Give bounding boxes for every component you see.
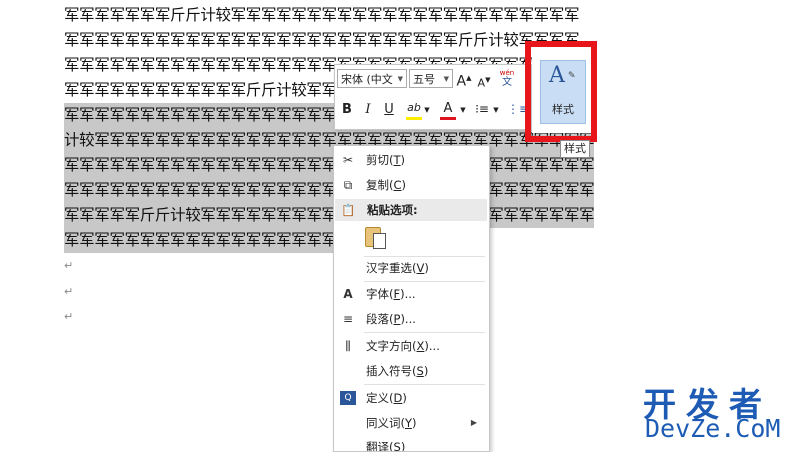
menu-item-cut[interactable]: ✂ 剪切(T)	[334, 149, 487, 171]
menu-item-text-direction[interactable]: ⫼ 文字方向(X)...	[334, 335, 487, 357]
line-text: 军军军军军军军斤斤计较军军军军军军军军军军军军军军军军军军军军军军军	[64, 6, 580, 24]
menu-separator	[364, 384, 485, 385]
menu-separator	[364, 332, 485, 333]
menu-item-define[interactable]: Q 定义(D)	[334, 387, 487, 409]
document-line[interactable]: 军军军军军军军斤斤计较军军军军军军军军军军军军军军军军军军军军军军军	[64, 3, 579, 28]
chevron-down-icon[interactable]: ▼	[492, 101, 500, 119]
menu-item-label: 段落(	[366, 312, 394, 326]
shrink-font-icon: A	[477, 76, 486, 90]
paste-options-header: 📋 粘贴选项:	[335, 199, 487, 221]
menu-item-suffix: )	[424, 261, 429, 275]
menu-item-accel: Y	[405, 416, 413, 430]
mini-toolbar: 宋体 (中文 ▼ 五号 ▼ A▲ A▼ wén 文 B I U ab ▼ A ▼…	[334, 64, 532, 130]
menu-item-suffix: )	[423, 364, 429, 378]
font-icon: A	[343, 287, 353, 301]
context-menu: ✂ 剪切(T) ⧉ 复制(C) 📋 粘贴选项: 汉字重选(V) A 字体(F).…	[333, 145, 490, 452]
define-icon: Q	[340, 391, 356, 405]
menu-item-suffix: )...	[400, 312, 416, 326]
line-text: 军军军军军军军军军军军军军军军军军军军军军军军军军军斤斤计较军军军军	[64, 31, 580, 49]
chevron-down-icon[interactable]: ▼	[459, 101, 467, 119]
menu-item-label: 汉字重选(	[366, 261, 417, 275]
document-line[interactable]: 军军军军军军军军军军军军军军军军军军军军军军军军军军军军军军军军军军军	[64, 153, 595, 178]
keep-text-only-button[interactable]	[365, 225, 387, 251]
line-text: 计较军军军军军军军军军军军军军军军军军军军军军军军军军军军军军军军军军	[64, 131, 595, 149]
document-line[interactable]: 军军军军军军军军军军军军军军军军军军军军军军军军军军斤斤计较军军军军	[64, 28, 579, 53]
watermark-english: DevZe.CoM	[645, 414, 781, 443]
menu-item-insert-symbol[interactable]: 插入符号(S)	[334, 360, 487, 382]
menu-item-suffix: )	[400, 153, 406, 167]
bullets-icon[interactable]: ⁝≡	[474, 100, 490, 118]
shrink-font-button[interactable]: A▼	[476, 71, 492, 93]
scissors-icon: ✂	[342, 153, 354, 167]
menu-item-suffix: )	[412, 416, 417, 430]
underline-button[interactable]: U	[382, 101, 396, 119]
font-color-bar	[440, 117, 456, 120]
line-text: 军军军军军斤斤计较军军军军军军军军军军军军军军军军军军军军军军军军军军	[64, 206, 595, 224]
submenu-arrow-icon: ▶	[470, 418, 477, 427]
font-name-select[interactable]: 宋体 (中文 ▼	[337, 69, 407, 88]
menu-item-suffix: )...	[400, 287, 416, 301]
chevron-down-icon[interactable]: ▼	[423, 101, 431, 119]
paragraph-mark: ↵	[64, 259, 74, 272]
grow-font-icon: A	[456, 73, 467, 90]
menu-item-suffix: )	[401, 178, 407, 192]
paragraph-mark: ↵	[64, 310, 74, 323]
highlight-frame	[525, 41, 597, 142]
menu-item-suffix: )...	[424, 339, 440, 353]
menu-item-accel: S	[393, 440, 401, 452]
document-line[interactable]: 军军军军军军军军军军军军军军军军军军军军军军军军军军军军军军军军军军军	[64, 178, 595, 203]
menu-item-suffix: )	[402, 391, 407, 405]
document-line[interactable]: 计较军军军军军军军军军军军军军军军军军军军军军军军军军军军军军军军军军	[64, 128, 595, 153]
menu-item-label: 剪切(	[366, 153, 394, 167]
menu-item-accel: T	[393, 153, 401, 167]
menu-separator	[364, 281, 485, 282]
menu-item-reconvert[interactable]: 汉字重选(V)	[334, 257, 487, 279]
highlighter-icon: ab	[407, 101, 421, 114]
bold-button[interactable]: B	[340, 101, 354, 119]
menu-item-synonyms[interactable]: 同义词(Y) ▶	[334, 412, 487, 434]
font-size-select[interactable]: 五号 ▼	[409, 69, 453, 88]
menu-item-accel: C	[393, 178, 402, 192]
copy-icon: ⧉	[343, 178, 353, 192]
text-direction-icon: ⫼	[345, 339, 351, 353]
menu-item-label: 复制(	[366, 178, 394, 192]
font-size-value: 五号	[413, 73, 435, 86]
menu-item-label: 同义词(	[366, 416, 405, 430]
phonetic-guide-icon: 文	[502, 77, 512, 88]
menu-item-label: 插入符号(	[366, 364, 417, 378]
phonetic-guide-button[interactable]: wén 文	[497, 68, 517, 88]
styles-tooltip: 样式	[560, 140, 590, 158]
menu-item-paragraph[interactable]: ≡ 段落(P)...	[334, 308, 487, 330]
font-name-value: 宋体 (中文	[341, 73, 393, 86]
menu-item-label: 定义(	[366, 391, 394, 405]
chevron-down-icon: ▼	[397, 75, 403, 83]
paragraph-mark: ↵	[64, 285, 74, 298]
grow-font-button[interactable]: A▲	[456, 69, 472, 91]
menu-item-label: 字体(	[366, 287, 394, 301]
line-text: 军军军军军军军军军军军军军军军军军军军军军军军军军军军军军军军军军军军	[64, 156, 595, 174]
paste-icon: 📋	[341, 203, 356, 217]
menu-item-copy[interactable]: ⧉ 复制(C)	[334, 174, 487, 196]
menu-item-accel: S	[416, 364, 424, 378]
paste-options-label: 粘贴选项:	[367, 203, 418, 217]
line-text: 军军军军军军军军军军军军军军军军军军军军军军军军军军军军军军军军军军军	[64, 181, 595, 199]
font-color-button[interactable]: A	[441, 100, 455, 118]
document-line[interactable]: 军军军军军斤斤计较军军军军军军军军军军军军军军军军军军军军军军军军军军	[64, 203, 595, 228]
highlight-button[interactable]: ab	[405, 99, 423, 117]
chevron-down-icon: ▼	[443, 75, 449, 83]
menu-item-label: 文字方向(	[366, 339, 417, 353]
paragraph-icon: ≡	[342, 312, 354, 326]
menu-item-label: 翻译(	[366, 440, 394, 452]
menu-item-suffix: )	[400, 440, 406, 452]
menu-item-font[interactable]: A 字体(F)...	[334, 283, 487, 305]
italic-button[interactable]: I	[361, 101, 375, 119]
highlight-color-bar	[406, 117, 422, 120]
font-color-icon: A	[443, 101, 453, 116]
numbering-icon[interactable]: ⋮≡	[507, 100, 529, 118]
page-icon	[373, 233, 386, 249]
